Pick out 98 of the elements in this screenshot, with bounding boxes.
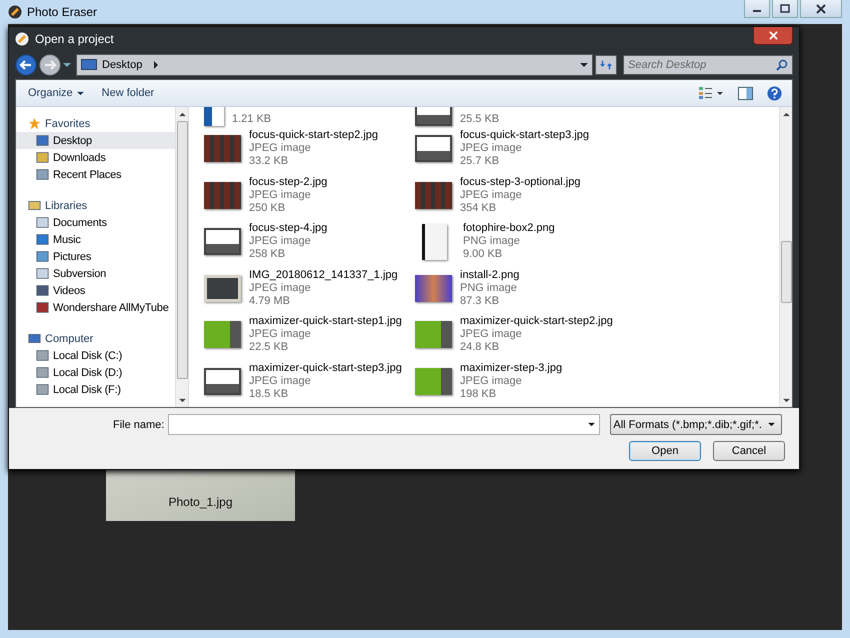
dropdown-caret-icon[interactable] (580, 62, 588, 68)
dialog-title: Open a project (35, 32, 114, 46)
folder-icon (36, 233, 49, 246)
folder-icon (36, 151, 49, 164)
sidebar-item[interactable]: Local Disk (D:) (16, 364, 175, 381)
file-thumbnail (204, 135, 241, 162)
file-item[interactable]: maximizer-quick-start-step2.jpg JPEG image 24.8 KB (415, 312, 626, 358)
sidebar-group[interactable]: Libraries (16, 197, 175, 214)
sidebar-item[interactable]: Recent Places (16, 166, 175, 183)
image-filename: Photo_1.jpg (168, 495, 233, 509)
sidebar-item[interactable]: Wondershare AllMyTube (16, 299, 175, 316)
sidebar-item[interactable]: Local Disk (F:) (16, 381, 175, 398)
file-thumbnail (415, 321, 452, 348)
file-item[interactable]: focus-quick-start-step3.jpg JPEG image 25.7 KB (415, 126, 626, 172)
file-thumbnail (204, 182, 241, 209)
sidebar-item[interactable]: Music (16, 231, 175, 248)
file-item[interactable]: 1.21 KB (204, 107, 415, 126)
file-type-dropdown[interactable]: All Formats (*.bmp;*.dib;*.gif;*. (610, 414, 782, 435)
file-item[interactable]: focus-step-4.jpg JPEG image 258 KB (204, 218, 415, 265)
file-thumbnail (204, 274, 241, 302)
file-item[interactable]: install-2.png PNG image 87.3 KB (415, 265, 626, 312)
scroll-down-arrow-icon[interactable] (178, 398, 186, 403)
folder-icon (36, 349, 49, 362)
sidebar-item[interactable]: Pictures (16, 248, 175, 265)
sidebar-group[interactable]: Computer (16, 330, 175, 347)
minimize-icon (753, 10, 761, 12)
folder-icon (28, 199, 41, 212)
app-logo-icon (8, 5, 22, 19)
sidebar-item[interactable]: Desktop (16, 132, 175, 149)
search-input[interactable]: Search Desktop (628, 59, 776, 71)
new-folder-button[interactable]: New folder (96, 85, 160, 101)
close-button[interactable] (800, 0, 842, 18)
app-logo-icon (15, 32, 29, 46)
folder-icon (36, 383, 49, 396)
window-title: Photo Eraser (27, 5, 98, 19)
scroll-down-arrow-icon[interactable] (782, 398, 790, 403)
caret-icon[interactable] (63, 62, 71, 68)
chevron-icon (153, 61, 160, 69)
organize-menu[interactable]: Organize (22, 85, 90, 101)
folder-icon (36, 134, 49, 147)
file-item[interactable]: IMG_20180612_141337_1.jpg JPEG image 4.79 MB (204, 265, 415, 312)
file-thumbnail (415, 135, 452, 162)
view-options-icon[interactable] (698, 86, 724, 100)
sidebar-item[interactable]: Local Disk (C:) (16, 347, 175, 364)
maximize-icon (780, 4, 790, 14)
scrollbar[interactable] (779, 107, 792, 407)
file-item[interactable]: focus-step-3-optional.jpg JPEG image 354 KB (415, 172, 626, 218)
monitor-icon (81, 59, 97, 71)
cancel-button[interactable]: Cancel (713, 441, 785, 461)
file-thumbnail (204, 368, 241, 395)
folder-icon (28, 332, 41, 345)
file-item[interactable]: fotophire-box2.png PNG image 9.00 KB (415, 218, 626, 265)
close-button[interactable] (753, 27, 793, 45)
star-icon (28, 117, 41, 130)
folder-icon (36, 284, 49, 297)
dropdown-caret-icon[interactable] (588, 422, 596, 427)
sidebar-group[interactable]: Favorites (16, 115, 175, 132)
file-item[interactable]: maximizer-quick-start-step1.jpg JPEG image 22.5 KB (204, 312, 415, 358)
scrollbar-thumb[interactable] (780, 241, 792, 303)
search-icon (776, 59, 788, 71)
maximize-button[interactable] (772, 0, 798, 18)
scroll-up-arrow-icon[interactable] (178, 112, 186, 117)
search-box[interactable]: Search Desktop (623, 55, 793, 75)
sidebar-item[interactable]: Downloads (16, 149, 175, 166)
sidebar-item[interactable]: Videos (16, 282, 175, 299)
folder-icon (36, 366, 49, 379)
folder-icon (36, 301, 49, 314)
open-button[interactable]: Open (629, 441, 701, 461)
address-bar[interactable]: Desktop (76, 54, 593, 76)
caret-icon (76, 90, 84, 96)
file-thumbnail (204, 228, 241, 256)
file-thumbnail (415, 182, 452, 209)
preview-pane-icon[interactable] (738, 86, 753, 100)
file-thumbnail (422, 224, 447, 260)
sidebar-item[interactable]: Documents (16, 214, 175, 231)
file-thumbnail (415, 368, 452, 395)
scrollbar[interactable] (175, 107, 188, 407)
address-location: Desktop (102, 59, 142, 71)
folder-icon (36, 250, 49, 263)
close-icon (816, 4, 826, 14)
folder-icon (36, 216, 49, 229)
refresh-icon[interactable] (595, 55, 617, 75)
file-item[interactable]: maximizer-quick-start-step3.jpg JPEG image 18.5 KB (204, 358, 415, 404)
dropdown-caret-icon (768, 422, 776, 427)
close-icon (768, 31, 778, 40)
help-icon[interactable] (767, 86, 782, 100)
minimize-button[interactable] (744, 0, 770, 18)
file-item[interactable]: 25.5 KB (415, 107, 626, 126)
folder-icon (36, 267, 49, 280)
file-item[interactable]: maximizer-step-3.jpg JPEG image 198 KB (415, 358, 626, 404)
file-thumbnail (204, 321, 241, 348)
scroll-up-arrow-icon[interactable] (782, 112, 790, 117)
file-thumbnail (415, 274, 452, 302)
folder-icon (36, 168, 49, 181)
file-item[interactable]: focus-step-2.jpg JPEG image 250 KB (204, 172, 415, 218)
sidebar-item[interactable]: Subversion (16, 265, 175, 282)
file-item[interactable]: focus-quick-start-step2.jpg JPEG image 33.2 KB (204, 126, 415, 172)
scrollbar-thumb[interactable] (176, 121, 188, 379)
